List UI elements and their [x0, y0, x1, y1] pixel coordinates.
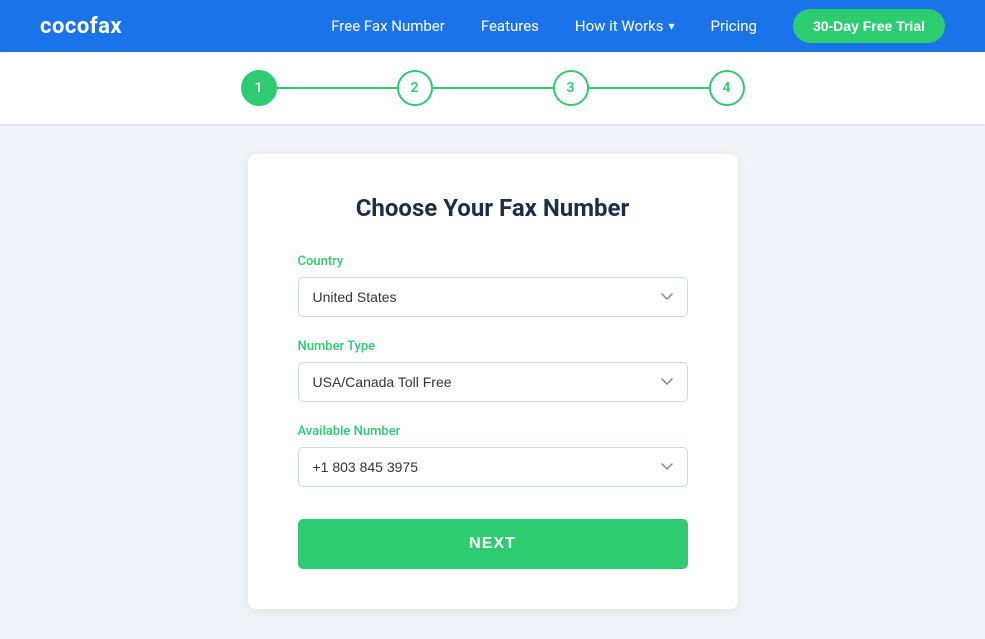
step-2: 2 — [397, 70, 433, 106]
number-type-group: Number Type USA/Canada Toll Free Local — [298, 339, 688, 402]
number-type-select[interactable]: USA/Canada Toll Free Local — [298, 362, 688, 402]
step-line-2 — [433, 87, 553, 89]
logo: cocofax — [40, 14, 122, 39]
trial-button[interactable]: 30-Day Free Trial — [793, 9, 945, 43]
form-title: Choose Your Fax Number — [298, 194, 688, 222]
nav-free-fax[interactable]: Free Fax Number — [331, 17, 445, 35]
country-label: Country — [298, 254, 688, 269]
step-1: 1 — [241, 70, 277, 106]
header: cocofax Free Fax Number Features How it … — [0, 0, 985, 52]
step-4: 4 — [709, 70, 745, 106]
form-card: Choose Your Fax Number Country United St… — [248, 154, 738, 609]
steps-bar: 1 2 3 4 — [0, 52, 985, 124]
nav-features[interactable]: Features — [481, 17, 539, 35]
country-select[interactable]: United States Canada United Kingdom Aust… — [298, 277, 688, 317]
nav: Free Fax Number Features How it Works ▾ … — [331, 9, 945, 43]
step-3: 3 — [553, 70, 589, 106]
country-group: Country United States Canada United King… — [298, 254, 688, 317]
next-button[interactable]: NEXT — [298, 519, 688, 569]
how-it-works-chevron-icon: ▾ — [669, 19, 675, 33]
step-line-3 — [589, 87, 709, 89]
nav-pricing[interactable]: Pricing — [711, 17, 757, 35]
available-number-label: Available Number — [298, 424, 688, 439]
main-content: Choose Your Fax Number Country United St… — [0, 124, 985, 639]
steps-track: 1 2 3 4 — [241, 70, 745, 106]
available-number-select[interactable]: +1 803 845 3975 +1 803 845 3976 +1 803 8… — [298, 447, 688, 487]
step-line-1 — [277, 87, 397, 89]
nav-how-it-works[interactable]: How it Works ▾ — [575, 17, 675, 35]
available-number-group: Available Number +1 803 845 3975 +1 803 … — [298, 424, 688, 487]
number-type-label: Number Type — [298, 339, 688, 354]
